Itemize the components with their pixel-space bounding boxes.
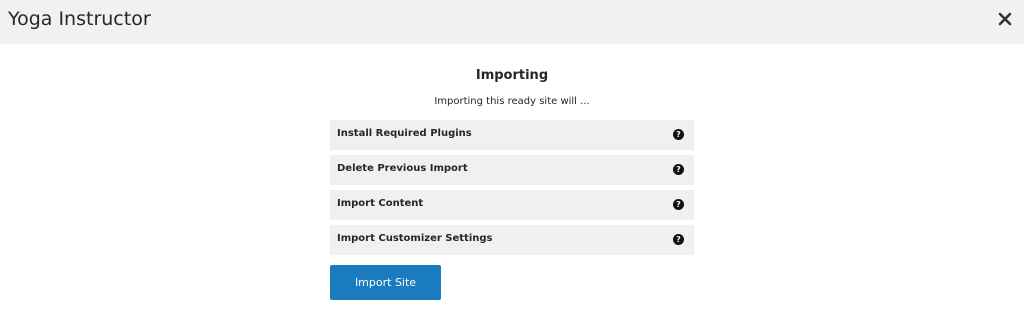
import-site-button[interactable]: Import Site <box>330 265 441 300</box>
help-icon[interactable]: ? <box>673 164 684 175</box>
step-import-content: Import Content ? <box>330 190 694 220</box>
step-install-required-plugins: Install Required Plugins ? <box>330 120 694 150</box>
step-label: Delete Previous Import <box>337 163 468 174</box>
help-icon[interactable]: ? <box>673 129 684 140</box>
step-label: Import Content <box>337 198 424 209</box>
step-label: Install Required Plugins <box>337 128 472 139</box>
modal-title: Yoga Instructor <box>8 8 151 30</box>
importing-description: Importing this ready site will ... <box>434 96 590 107</box>
close-icon[interactable] <box>996 10 1014 28</box>
help-icon[interactable]: ? <box>673 199 684 210</box>
help-icon[interactable]: ? <box>673 234 684 245</box>
step-label: Import Customizer Settings <box>337 233 493 244</box>
step-import-customizer-settings: Import Customizer Settings ? <box>330 225 694 255</box>
importing-heading: Importing <box>475 68 549 83</box>
step-delete-previous-import: Delete Previous Import ? <box>330 155 694 185</box>
modal-header: Yoga Instructor <box>0 0 1024 44</box>
